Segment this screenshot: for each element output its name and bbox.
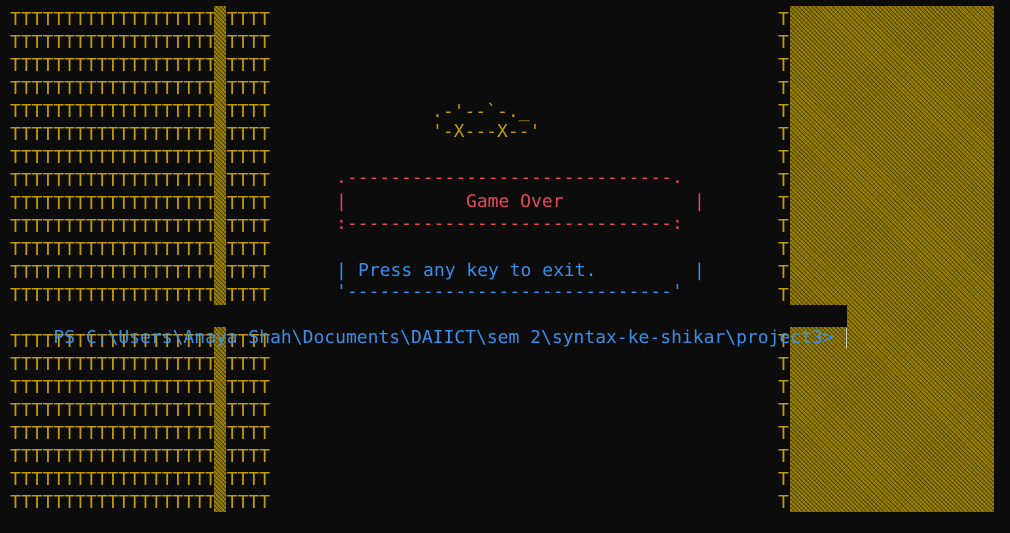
right-track-row: T xyxy=(778,193,789,214)
left-track-row: TTTTTTTTTTTTTTTTTTTTTTTT xyxy=(10,354,271,375)
left-track-row: TTTTTTTTTTTTTTTTTTTTTTTT xyxy=(10,193,271,214)
left-track-row: TTTTTTTTTTTTTTTTTTTTTTTT xyxy=(10,262,271,283)
right-track-row: T xyxy=(778,170,789,191)
exit-right-edge: | xyxy=(694,260,705,281)
right-track-row: T xyxy=(778,124,789,145)
shell-prompt-line[interactable]: PS C:\Users\Anaya Shah\Documents\DAIICT\… xyxy=(0,305,847,348)
right-track-row: T xyxy=(778,423,789,444)
left-track-row: TTTTTTTTTTTTTTTTTTTTTTTT xyxy=(10,446,271,467)
exit-left-edge: | xyxy=(336,260,347,281)
right-track-row: T xyxy=(778,239,789,260)
terminal-window[interactable]: TTTTTTTTTTTTTTTTTTTTTTTT TTTTTTTTTTTTTTT… xyxy=(0,0,1010,533)
game-over-left-edge: | xyxy=(336,191,347,212)
game-over-right-edge: | xyxy=(694,191,705,212)
right-track-row: T xyxy=(778,400,789,421)
left-track-row: TTTTTTTTTTTTTTTTTTTTTTTT xyxy=(10,55,271,76)
left-track-row: TTTTTTTTTTTTTTTTTTTTTTTT xyxy=(10,377,271,398)
right-track-row: T xyxy=(778,285,789,306)
left-track-row: TTTTTTTTTTTTTTTTTTTTTTTT xyxy=(10,492,271,513)
game-over-bottom-border: :------------------------------: xyxy=(336,213,683,234)
right-track-row: T xyxy=(778,492,789,513)
left-track-row: TTTTTTTTTTTTTTTTTTTTTTTT xyxy=(10,423,271,444)
right-track-row: T xyxy=(778,9,789,30)
left-track-row: TTTTTTTTTTTTTTTTTTTTTTTT xyxy=(10,101,271,122)
right-track-row: T xyxy=(778,354,789,375)
right-track-row: T xyxy=(778,78,789,99)
right-wall xyxy=(790,6,994,512)
left-track-row: TTTTTTTTTTTTTTTTTTTTTTTT xyxy=(10,9,271,30)
game-over-title: Game Over xyxy=(466,191,564,212)
right-track-row: T xyxy=(778,377,789,398)
right-track-row: T xyxy=(778,55,789,76)
left-track-row: TTTTTTTTTTTTTTTTTTTTTTTT xyxy=(10,239,271,260)
left-track-row: TTTTTTTTTTTTTTTTTTTTTTTT xyxy=(10,78,271,99)
right-track-row: T xyxy=(778,101,789,122)
exit-message: Press any key to exit. xyxy=(358,260,597,281)
right-track-row: T xyxy=(778,262,789,283)
left-track-row: TTTTTTTTTTTTTTTTTTTTTTTT xyxy=(10,170,271,191)
right-track-row: T xyxy=(778,216,789,237)
text-cursor xyxy=(845,328,847,348)
shell-prompt-text: PS C:\Users\Anaya Shah\Documents\DAIICT\… xyxy=(53,327,834,348)
game-over-top-border: .------------------------------. xyxy=(336,167,683,188)
left-track-row: TTTTTTTTTTTTTTTTTTTTTTTT xyxy=(10,32,271,53)
left-wall xyxy=(214,6,226,512)
left-track-row: TTTTTTTTTTTTTTTTTTTTTTTT xyxy=(10,285,271,306)
left-track-row: TTTTTTTTTTTTTTTTTTTTTTTT xyxy=(10,124,271,145)
left-track-row: TTTTTTTTTTTTTTTTTTTTTTTT xyxy=(10,469,271,490)
right-track-row: T xyxy=(778,446,789,467)
car-body: '-X---X--' xyxy=(432,121,541,142)
right-track-row: T xyxy=(778,469,789,490)
right-track-row: T xyxy=(778,32,789,53)
right-track-row: T xyxy=(778,147,789,168)
left-track-row: TTTTTTTTTTTTTTTTTTTTTTTT xyxy=(10,147,271,168)
left-track-row: TTTTTTTTTTTTTTTTTTTTTTTT xyxy=(10,400,271,421)
left-track-row: TTTTTTTTTTTTTTTTTTTTTTTT xyxy=(10,216,271,237)
exit-bottom-border: '------------------------------' xyxy=(336,281,683,302)
